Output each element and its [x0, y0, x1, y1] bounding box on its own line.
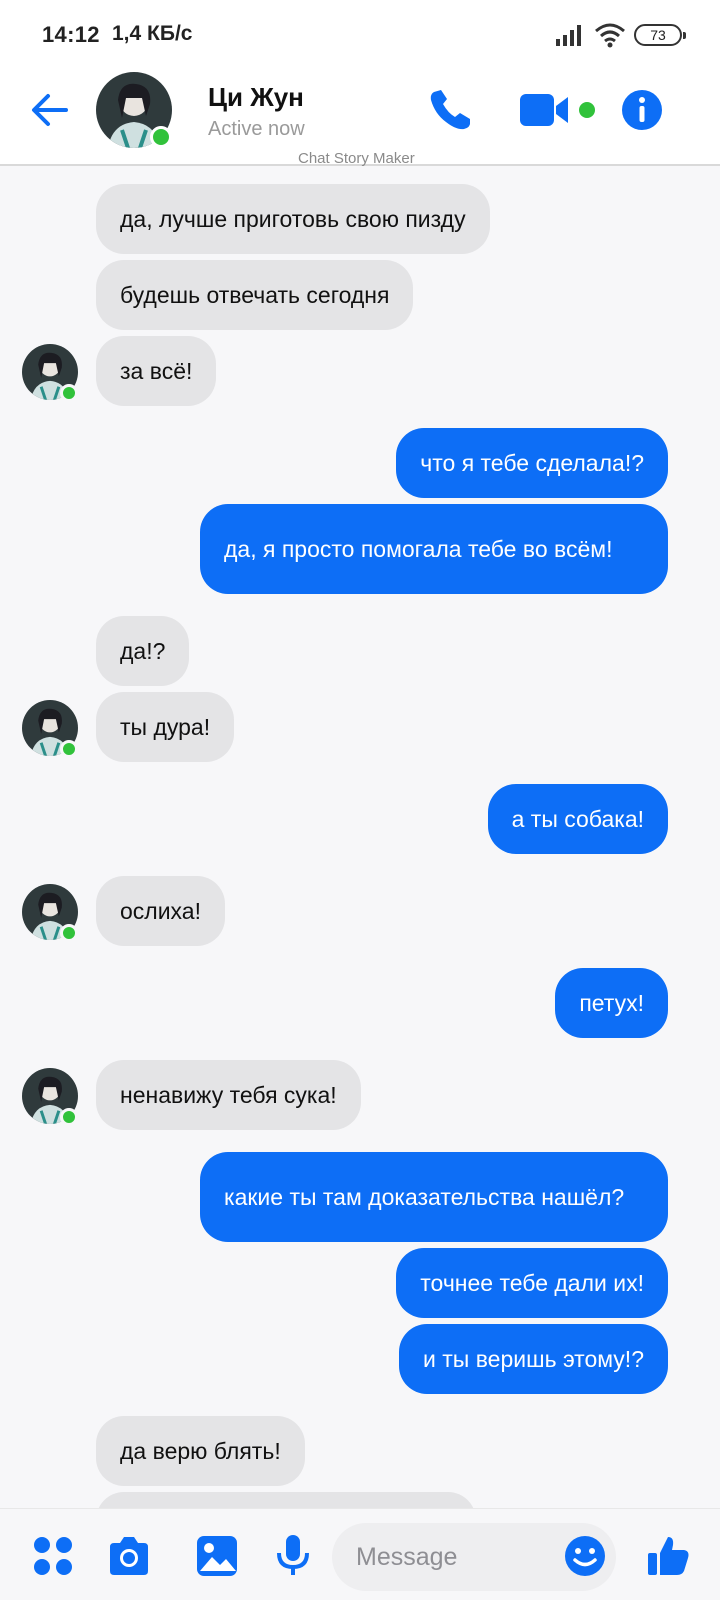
message-incoming[interactable]: за всё! [96, 336, 217, 406]
like-button[interactable] [646, 1533, 692, 1579]
call-button[interactable] [426, 86, 474, 134]
back-button[interactable] [30, 90, 70, 130]
battery-indicator: 73 [634, 24, 686, 46]
phone-icon [430, 90, 470, 130]
message-incoming[interactable]: ты дура! [96, 692, 235, 762]
online-indicator [60, 924, 78, 942]
message-outgoing[interactable]: да, я просто помогала тебе во всём! [200, 504, 668, 594]
message-incoming[interactable]: да верю блять! [96, 1416, 305, 1486]
message-incoming[interactable]: да!? [96, 616, 190, 686]
smiley-icon [565, 1536, 605, 1576]
camera-icon [110, 1537, 148, 1575]
message-outgoing[interactable]: какие ты там доказательства нашёл? [200, 1152, 668, 1242]
message-incoming[interactable]: ненавижу тебя сука! [96, 1060, 361, 1130]
message-placeholder: Message [356, 1543, 458, 1571]
arrow-left-icon [32, 94, 68, 126]
voice-button[interactable] [270, 1533, 316, 1579]
apps-button[interactable] [30, 1533, 76, 1579]
video-online-dot [579, 102, 595, 118]
apps-grid-icon [34, 1537, 72, 1575]
message-outgoing[interactable]: что я тебе сделала!? [396, 428, 668, 498]
online-indicator [60, 384, 78, 402]
microphone-icon [277, 1535, 309, 1575]
contact-status: Active now [208, 118, 305, 140]
message-incoming[interactable]: да, лучше приготовь свою пизду [96, 184, 490, 254]
thumbs-up-icon [648, 1537, 689, 1575]
signal-icon [556, 25, 581, 46]
message-incoming[interactable]: ослиха! [96, 876, 225, 946]
emoji-button[interactable] [564, 1535, 606, 1577]
info-button[interactable] [621, 89, 663, 131]
image-icon [197, 1536, 237, 1576]
message-outgoing[interactable]: точнее тебе дали их! [396, 1248, 668, 1318]
camera-button[interactable] [106, 1533, 152, 1579]
wifi-icon [595, 23, 625, 48]
message-outgoing[interactable]: петух! [555, 968, 668, 1038]
network-speed: 1,4 КБ/с [112, 22, 193, 45]
online-indicator [60, 740, 78, 758]
video-camera-icon [520, 94, 568, 126]
online-indicator [150, 126, 172, 148]
message-outgoing[interactable]: а ты собака! [487, 784, 668, 854]
online-indicator [60, 1108, 78, 1126]
watermark: Chat Story Maker [298, 150, 415, 167]
status-bar: 14:12 1,4 КБ/с 73 [0, 0, 720, 68]
gallery-button[interactable] [194, 1533, 240, 1579]
message-outgoing[interactable]: и ты веришь этому!? [399, 1324, 668, 1394]
message-incoming[interactable]: будешь отвечать сегодня [96, 260, 414, 330]
composer-bar: Message [0, 1508, 720, 1600]
contact-name[interactable]: Ци Жун [208, 82, 304, 113]
chat-header: Ци Жун Active now Chat Story Maker [0, 68, 720, 167]
message-input[interactable]: Message [332, 1523, 616, 1591]
status-time: 14:12 [42, 22, 100, 47]
info-icon [622, 90, 662, 130]
